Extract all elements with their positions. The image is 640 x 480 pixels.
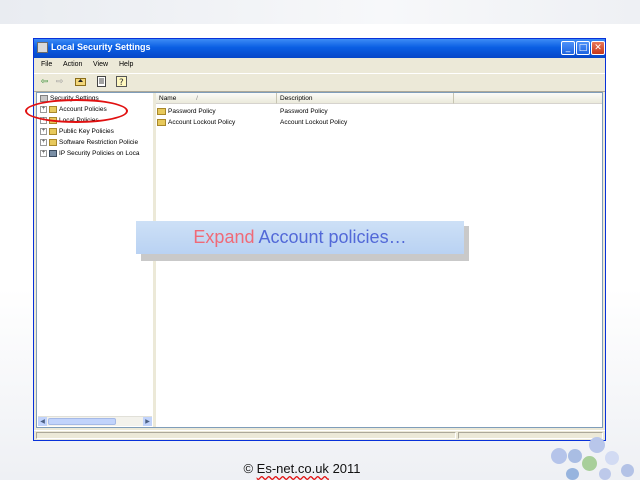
forward-icon[interactable]: ⇨ [53,76,66,88]
list-row-password-policy[interactable]: Password Policy [157,106,216,117]
properties-icon[interactable] [95,76,108,88]
copyright-symbol: © [243,461,257,476]
title-bar[interactable]: Local Security Settings _ □ ✕ [34,39,605,58]
folder-icon [157,107,166,115]
menu-bar: File Action View Help [34,58,605,72]
tree-item-public-key-policies[interactable]: + Public Key Policies [40,128,114,138]
highlight-ellipse [25,99,128,123]
minimize-button[interactable]: _ [561,41,575,55]
tree-pane: Security Settings + Account Policies + Loc… [37,93,156,427]
decor-circle [605,451,619,465]
network-security-icon [49,150,57,157]
copyright-footer: © Es-net.co.uk 2011 [0,461,604,476]
scroll-thumb[interactable] [48,418,116,425]
decor-circle [566,468,579,480]
tree-item-ip-security-policies[interactable]: + IP Security Policies on Loca [40,150,139,160]
window-title: Local Security Settings [51,42,151,52]
copyright-year: 2011 [332,461,361,476]
status-segment [36,432,456,439]
svg-text:?: ? [119,78,124,87]
decor-circle [599,468,611,480]
menu-help[interactable]: Help [119,61,133,68]
row-description: Account Lockout Policy [280,119,348,126]
folder-icon [157,118,166,126]
instruction-caption: Expand Account policies… [136,221,464,254]
expand-icon[interactable]: + [40,150,47,157]
back-icon[interactable]: ⇦ [38,76,51,88]
row-description: Password Policy [280,108,328,115]
row-name: Password Policy [168,108,216,115]
scroll-left-icon[interactable]: ◀ [38,417,47,426]
list-row-account-lockout-policy[interactable]: Account Lockout Policy [157,117,235,128]
folder-icon [49,139,57,146]
maximize-button[interactable]: □ [576,41,590,55]
tree-item-software-restriction-policies[interactable]: + Software Restriction Policie [40,139,138,149]
column-header-description[interactable]: Description [277,93,454,104]
column-header-empty [454,93,602,104]
menu-file[interactable]: File [41,61,52,68]
caption-target: Account policies… [258,227,407,247]
menu-view[interactable]: View [93,61,108,68]
tree-item-label: Software Restriction Policie [59,139,139,147]
column-name-label: Name [159,95,177,102]
tree-item-label: Public Key Policies [59,128,114,136]
row-name: Account Lockout Policy [168,119,236,126]
column-header-name[interactable]: Name / [156,93,277,104]
tree-horizontal-scrollbar[interactable]: ◀ ▶ [38,416,152,426]
slide-background-band [0,0,640,24]
menu-action[interactable]: Action [63,61,82,68]
toolbar: ⇦ ⇨ ? [34,73,605,92]
decor-circle [568,449,582,463]
decor-circle [589,437,605,453]
close-button[interactable]: ✕ [591,41,605,55]
sort-indicator: / [196,95,198,102]
expand-icon[interactable]: + [40,128,47,135]
tree-item-label: IP Security Policies on Loca [59,150,140,158]
copyright-site: Es-net.co.uk [256,461,329,476]
column-description-label: Description [280,95,313,102]
decor-circle [582,456,597,471]
up-icon[interactable] [74,76,87,88]
expand-icon[interactable]: + [40,139,47,146]
app-icon [37,42,48,53]
status-bar [34,430,605,441]
folder-icon [49,128,57,135]
decor-circle [621,464,634,477]
decor-circle [551,448,567,464]
scroll-right-icon[interactable]: ▶ [143,417,152,426]
help-icon[interactable]: ? [115,76,128,88]
caption-action: Expand [193,227,255,247]
status-segment [458,432,603,439]
